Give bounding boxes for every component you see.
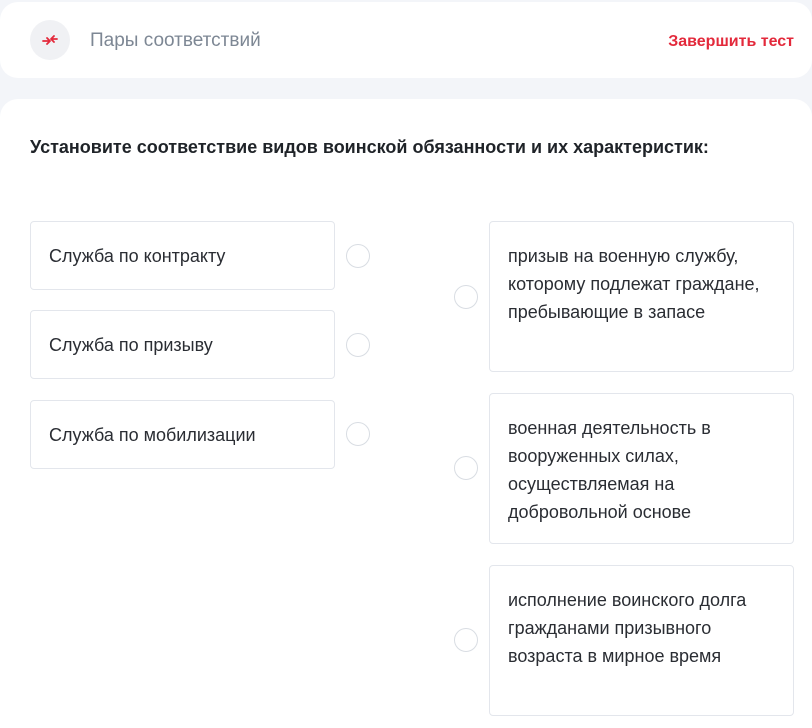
right-item-reserve-call[interactable]: призыв на военную службу, которому подле… bbox=[489, 221, 794, 372]
right-item-label: военная деятельность в вооруженных силах… bbox=[508, 418, 711, 522]
left-item-conscription[interactable]: Служба по призыву bbox=[30, 310, 335, 379]
right-item-label: призыв на военную службу, которому подле… bbox=[508, 246, 760, 322]
right-item-label: исполнение воинского долга гражданами пр… bbox=[508, 590, 747, 666]
right-item-connector-1[interactable] bbox=[454, 285, 478, 309]
left-item-contract[interactable]: Служба по контракту bbox=[30, 221, 335, 290]
swap-arrows-icon bbox=[42, 35, 58, 45]
left-item-label: Служба по призыву bbox=[49, 335, 213, 355]
question-text: Установите соответствие видов воинской о… bbox=[30, 137, 709, 157]
header-bar: Пары соответствий Завершить тест bbox=[0, 2, 812, 78]
header-icon-badge bbox=[30, 20, 70, 60]
left-item-connector-2[interactable] bbox=[346, 333, 370, 357]
right-item-connector-2[interactable] bbox=[454, 456, 478, 480]
left-item-label: Служба по мобилизации bbox=[49, 425, 256, 445]
right-item-voluntary[interactable]: военная деятельность в вооруженных силах… bbox=[489, 393, 794, 544]
question-panel: Установите соответствие видов воинской о… bbox=[0, 99, 812, 728]
page-title: Пары соответствий bbox=[90, 30, 261, 51]
finish-test-button[interactable]: Завершить тест bbox=[668, 32, 794, 52]
left-item-mobilization[interactable]: Служба по мобилизации bbox=[30, 400, 335, 469]
left-item-connector-3[interactable] bbox=[346, 422, 370, 446]
right-item-peacetime-duty[interactable]: исполнение воинского долга гражданами пр… bbox=[489, 565, 794, 716]
left-item-label: Служба по контракту bbox=[49, 246, 226, 266]
right-item-connector-3[interactable] bbox=[454, 628, 478, 652]
left-item-connector-1[interactable] bbox=[346, 244, 370, 268]
